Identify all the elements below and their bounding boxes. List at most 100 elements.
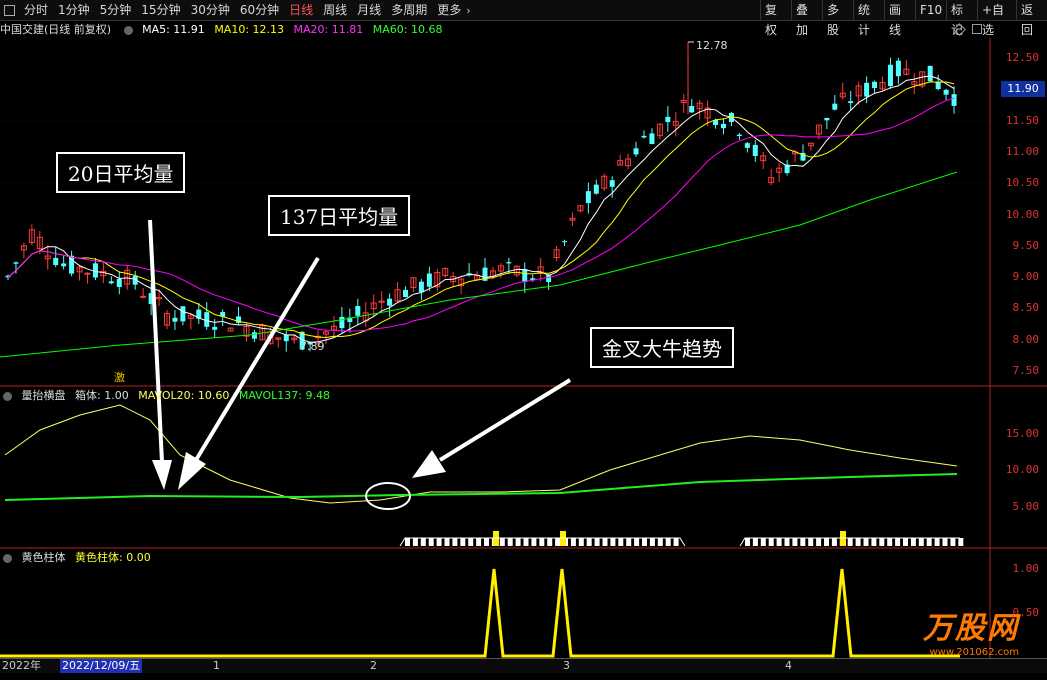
price-tick: 10.00 xyxy=(1005,207,1039,221)
box-marker xyxy=(649,538,655,546)
candle-body xyxy=(172,317,178,322)
box-marker xyxy=(776,538,782,546)
box-marker xyxy=(784,538,790,546)
arrow-head xyxy=(412,450,446,478)
box-marker xyxy=(863,538,869,546)
box-marker xyxy=(855,538,861,546)
box-marker xyxy=(903,538,908,546)
price-tick: 12.50 xyxy=(1005,51,1039,64)
box-marker xyxy=(808,538,814,546)
vol-title: 量抬横盘 xyxy=(21,389,66,402)
box-marker xyxy=(476,538,482,546)
candle-body xyxy=(927,65,933,82)
box-marker xyxy=(824,538,829,546)
vol-tick: 5.00 xyxy=(1012,499,1040,513)
candle-body xyxy=(951,94,957,106)
box-marker xyxy=(586,538,592,546)
box-marker xyxy=(918,538,924,546)
candle-body xyxy=(53,257,59,266)
price-tick: 10.50 xyxy=(1005,176,1039,190)
box-marker xyxy=(539,538,545,546)
candle-body xyxy=(522,269,528,282)
mavol20-label: MAVOL20: 10.60 xyxy=(138,389,230,402)
box-marker xyxy=(436,538,442,546)
box-marker xyxy=(444,538,450,546)
callout-137day-volume: 137日平均量 xyxy=(268,195,411,236)
candle-body xyxy=(403,289,408,298)
date-selected[interactable]: 2022/12/09/五 xyxy=(60,659,143,673)
yellow-bar-indicator xyxy=(0,568,960,658)
box-marker xyxy=(515,538,521,546)
candle-body xyxy=(418,281,424,293)
candle-body xyxy=(108,281,114,284)
candle-body xyxy=(864,82,870,97)
mavol137-label: MAVOL137: 9.48 xyxy=(238,389,330,402)
price-tick: 9.50 xyxy=(1012,238,1040,252)
price-tick: 11.00 xyxy=(1005,144,1039,158)
current-price-tag: 11.90 xyxy=(1001,81,1045,97)
candle-body xyxy=(204,312,210,327)
candle-body xyxy=(116,279,122,288)
callout-golden-cross: 金叉大牛趋势 xyxy=(590,327,734,368)
kline-chart[interactable] xyxy=(0,0,1047,680)
box-marker xyxy=(523,538,529,546)
candle-body xyxy=(355,306,361,316)
box-marker xyxy=(760,538,766,546)
candle-body xyxy=(84,272,91,275)
box-marker xyxy=(570,538,576,546)
price-tick: 7.50 xyxy=(1012,364,1040,377)
box-marker xyxy=(618,538,624,546)
event-mark: 激 xyxy=(114,371,125,384)
box-marker xyxy=(507,538,513,546)
candle-body xyxy=(387,298,393,306)
settings-circle-icon[interactable] xyxy=(3,553,12,563)
box-marker xyxy=(816,538,822,546)
date-month-1: 1 xyxy=(213,659,220,672)
bar-legend: 黄色柱体 黄色柱体: 0.00 xyxy=(0,550,157,566)
vol-tick: 10.00 xyxy=(1005,463,1039,476)
candle-body xyxy=(824,117,830,121)
yellow-spike-line xyxy=(0,568,960,658)
candle-body xyxy=(633,148,639,155)
box-marker xyxy=(887,538,893,546)
arrow-20day xyxy=(148,219,164,463)
date-axis: 2022年 2022/12/09/五 1 2 3 4 xyxy=(0,658,1047,673)
vol-box: 箱体: 1.00 xyxy=(75,389,129,402)
candle-body xyxy=(180,306,186,322)
arrow-head xyxy=(178,452,206,490)
box-marker xyxy=(879,538,885,546)
candle-body xyxy=(546,275,552,283)
candle-body xyxy=(593,184,599,194)
date-month-2: 2 xyxy=(370,659,377,672)
box-marker xyxy=(405,538,410,546)
date-year: 2022年 xyxy=(2,659,41,672)
candle-body xyxy=(752,144,758,157)
box-marker xyxy=(634,538,640,546)
watermark-brand: 万股网 xyxy=(923,611,1019,646)
candle-body xyxy=(585,191,591,204)
candle-body xyxy=(283,334,289,342)
candle-body xyxy=(140,295,147,298)
box-marker xyxy=(499,538,505,546)
box-marker xyxy=(452,538,458,546)
settings-circle-icon[interactable] xyxy=(3,391,12,401)
price-tick: 8.00 xyxy=(1012,332,1040,346)
box-marker xyxy=(673,538,679,546)
candle-body xyxy=(721,123,726,129)
box-marker xyxy=(547,538,553,546)
candle-body xyxy=(832,103,838,110)
box-marker xyxy=(895,538,901,546)
box-marker xyxy=(657,538,663,546)
box-marker xyxy=(578,538,584,546)
box-marker xyxy=(926,538,932,546)
candle-body xyxy=(943,89,949,95)
candle-body xyxy=(887,64,893,87)
box-marker xyxy=(745,538,750,546)
price-tick: 11.50 xyxy=(1005,113,1039,127)
box-marker xyxy=(555,538,561,546)
candle-body xyxy=(649,133,655,145)
candle-body xyxy=(13,262,19,264)
price-tick: 8.50 xyxy=(1012,301,1040,315)
candle-body xyxy=(61,263,67,267)
box-marker xyxy=(800,538,806,546)
